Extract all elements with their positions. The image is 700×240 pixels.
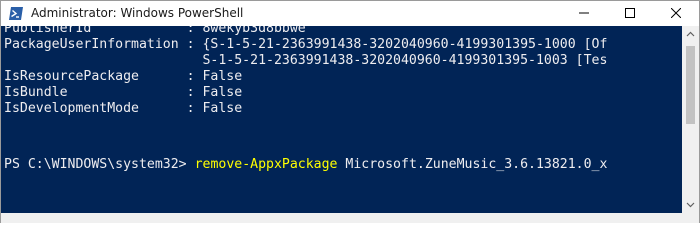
console-line-isdevelopmentmode: IsDevelopmentMode : False [4,101,243,116]
console-line-isbundle: IsBundle : False [4,85,243,100]
minimize-button[interactable] [561,1,607,26]
console-line-packageuserinformation-continued: S-1-5-21-2363991438-3202040960-419930139… [4,53,608,68]
window-title: Administrator: Windows PowerShell [31,6,244,20]
scroll-down-button[interactable] [682,196,699,213]
close-icon [671,8,681,18]
console-line-packageuserinformation: PackageUserInformation : {S-1-5-21-23639… [4,37,608,52]
vertical-scrollbar[interactable] [682,26,699,213]
powershell-window: Administrator: Windows PowerShell Publis… [0,0,700,223]
powershell-icon[interactable] [8,6,24,21]
console-line-publisherid: PublisherId : 8wekyb3d8bbwe [4,26,306,36]
scroll-up-button[interactable] [682,26,699,43]
console-line-isresourcepackage: IsResourcePackage : False [4,69,243,84]
horizontal-scrollbar[interactable] [1,213,682,223]
scrollbar-corner [682,213,699,223]
chevron-down-icon [686,202,695,208]
prompt-path: PS C:\WINDOWS\system32> [4,157,195,172]
chevron-up-icon [686,31,695,37]
prompt-argument: Microsoft.ZuneMusic_3.6.13821.0_x [337,157,608,172]
maximize-button[interactable] [607,1,653,26]
title-bar[interactable]: Administrator: Windows PowerShell [1,1,699,26]
minimize-icon [579,12,589,14]
command-prompt-line[interactable]: PS C:\WINDOWS\system32> remove-AppxPacka… [4,157,607,173]
console-output[interactable]: PublisherId : 8wekyb3d8bbwe PackageUserI… [1,26,682,213]
prompt-command: remove-AppxPackage [194,157,338,172]
scrollbar-thumb[interactable] [686,46,695,124]
maximize-icon [625,8,635,18]
close-button[interactable] [653,1,699,26]
